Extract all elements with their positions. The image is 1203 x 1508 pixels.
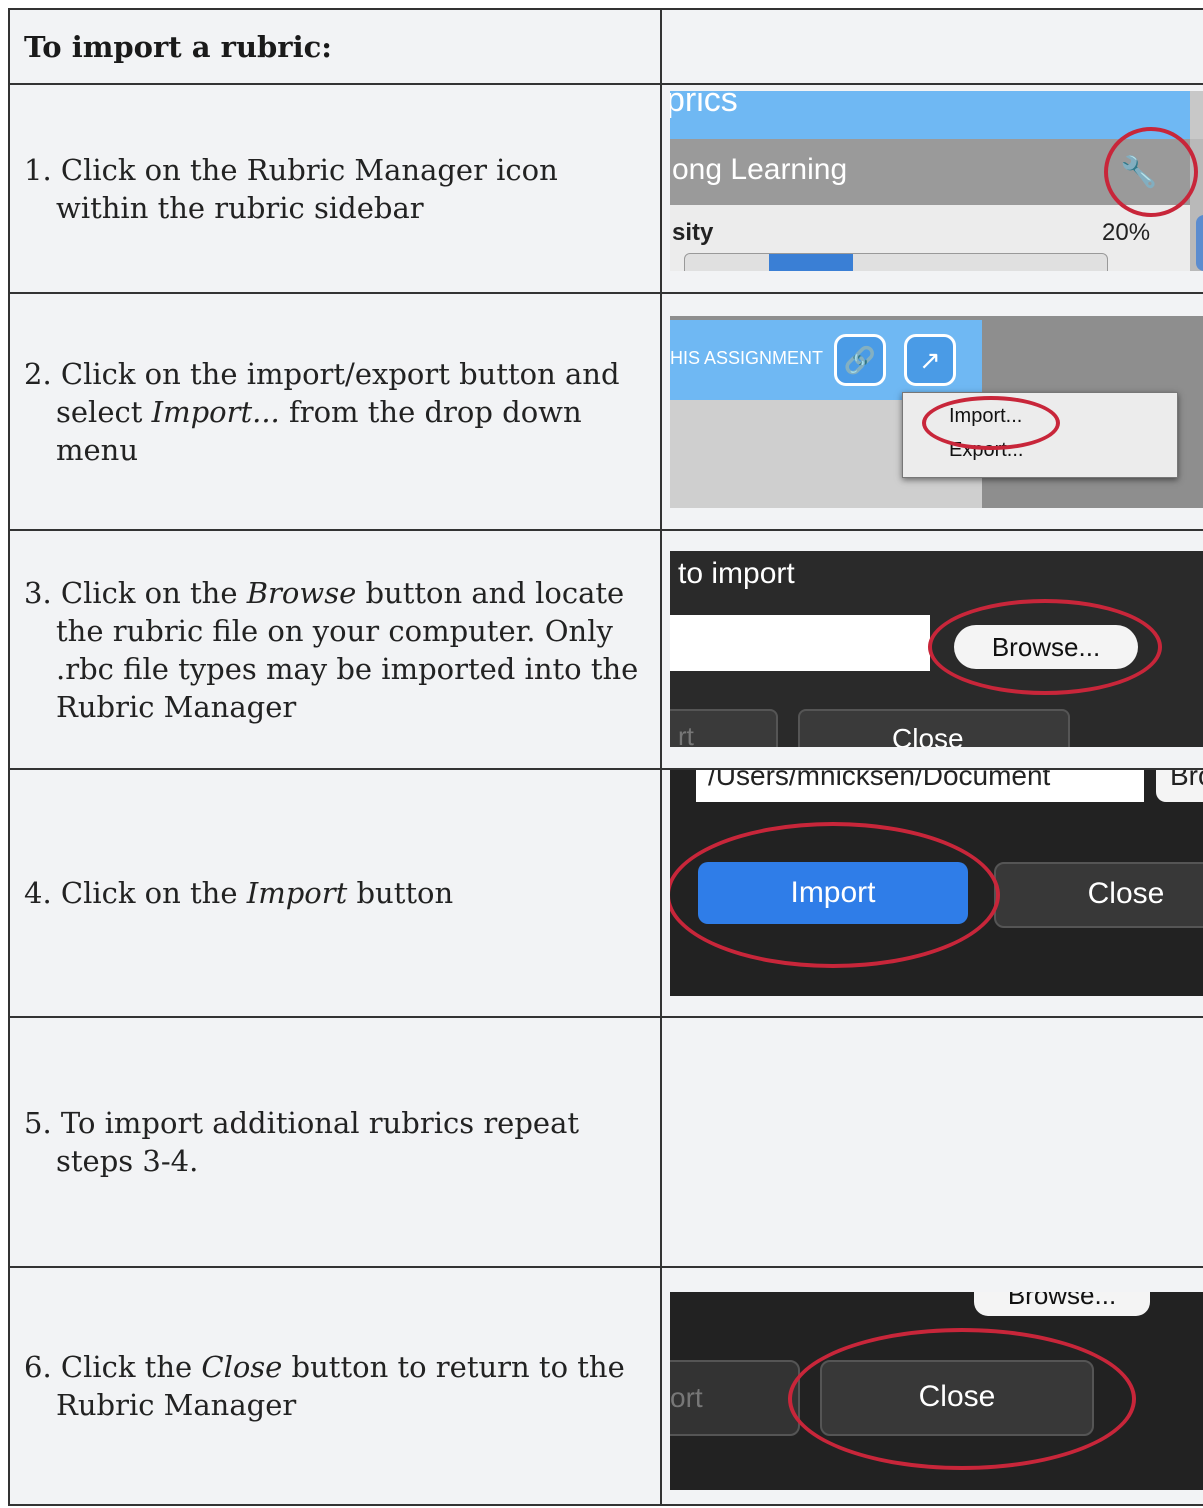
rubric-row[interactable]: ong Learning 🔧: [670, 139, 1190, 205]
criterion-label: sity: [672, 219, 714, 246]
menu-item-import[interactable]: Import...: [949, 405, 1022, 428]
import-button[interactable]: Import: [698, 862, 968, 924]
share-icon[interactable]: ↗: [904, 334, 956, 386]
close-button[interactable]: Close: [798, 709, 1070, 747]
menu-item-export[interactable]: Export...: [949, 439, 1023, 462]
wrench-icon[interactable]: 🔧: [1120, 155, 1157, 190]
close-screenshot: Browse... ort Close: [670, 1292, 1203, 1490]
step-1-screenshot: prics ong Learning 🔧 sity 20%: [660, 83, 1203, 294]
sidebar-header-text: prics: [670, 91, 738, 119]
banner-text: HIS ASSIGNMENT: [670, 348, 824, 368]
import-button-partial[interactable]: rt: [670, 709, 778, 747]
step-4-screenshot: /Users/mnicksen/Document Bro Import Clos…: [660, 768, 1203, 1018]
step-row: 6. Click the Close button to return to t…: [8, 1266, 1203, 1506]
rubric-row-label: ong Learning: [672, 153, 848, 186]
close-button[interactable]: Close: [994, 862, 1203, 928]
step-row: 1. Click on the Rubric Manager icon with…: [8, 83, 1203, 294]
browse-button-partial[interactable]: Bro: [1156, 770, 1203, 802]
import-export-screenshot: HIS ASSIGNMENT 🔗 ↗ Import... Export...: [670, 316, 1203, 508]
step-row: 2. Click on the import/export button and…: [8, 292, 1203, 531]
file-path-field[interactable]: /Users/mnicksen/Document: [696, 770, 1144, 802]
table-title: To import a rubric:: [8, 8, 662, 85]
browse-button-partial[interactable]: Browse...: [974, 1292, 1150, 1316]
step-6-text: 6. Click the Close button to return to t…: [8, 1266, 662, 1506]
scrollbar[interactable]: [1190, 139, 1203, 271]
step-row: 5. To import additional rubrics repeat s…: [8, 1016, 1203, 1268]
step-4-text: 4. Click on the Import button: [8, 768, 662, 1018]
link-icon[interactable]: 🔗: [834, 334, 886, 386]
step-2-screenshot: HIS ASSIGNMENT 🔗 ↗ Import... Export...: [660, 292, 1203, 531]
criterion-percent: 20%: [1102, 219, 1151, 246]
step-row: 4. Click on the Import button /Users/mni…: [8, 768, 1203, 1018]
file-path-input[interactable]: [670, 615, 930, 671]
dropdown-menu: Import... Export...: [902, 392, 1178, 478]
level-bar[interactable]: [684, 253, 1108, 271]
sidebar-screenshot: prics ong Learning 🔧 sity 20%: [670, 91, 1203, 271]
step-2-text: 2. Click on the import/export button and…: [8, 292, 662, 531]
import-screenshot: /Users/mnicksen/Document Bro Import Clos…: [670, 770, 1203, 996]
step-6-screenshot: Browse... ort Close: [660, 1266, 1203, 1506]
browse-screenshot: to import Browse... rt Close: [670, 551, 1203, 747]
criterion-row: sity 20%: [670, 205, 1190, 271]
step-row: 3. Click on the Browse button and locate…: [8, 529, 1203, 770]
header-row: To import a rubric:: [8, 8, 1203, 85]
import-button-partial[interactable]: ort: [670, 1360, 800, 1436]
step-5-text: 5. To import additional rubrics repeat s…: [8, 1016, 662, 1268]
header-empty-cell: [660, 8, 1203, 85]
assignment-banner: HIS ASSIGNMENT 🔗 ↗: [670, 320, 982, 400]
steps-table: To import a rubric: 1. Click on the Rubr…: [8, 8, 1203, 1506]
close-button[interactable]: Close: [820, 1360, 1094, 1436]
step-1-text: 1. Click on the Rubric Manager icon with…: [8, 83, 662, 294]
sidebar-header: prics: [670, 91, 1190, 139]
dialog-title: to import: [678, 557, 795, 590]
step-3-screenshot: to import Browse... rt Close: [660, 529, 1203, 770]
step-3-text: 3. Click on the Browse button and locate…: [8, 529, 662, 770]
step-5-empty-cell: [660, 1016, 1203, 1268]
browse-button[interactable]: Browse...: [954, 625, 1138, 669]
